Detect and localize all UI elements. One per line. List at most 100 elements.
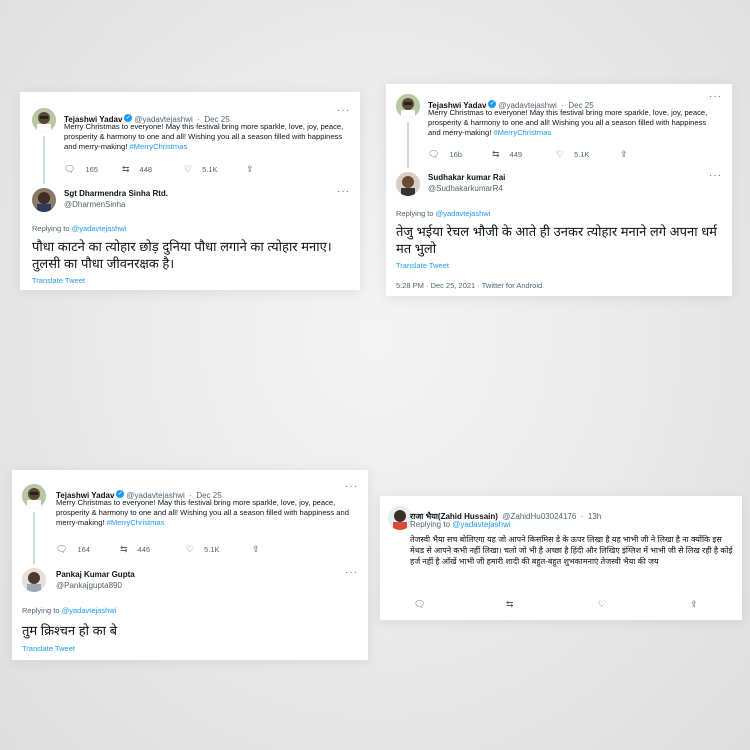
more-icon[interactable]: ··· (337, 186, 350, 197)
replying-to: Replying to @yadavtejashwi (410, 520, 511, 529)
retweet-button[interactable]: ⇆ 446 (120, 544, 186, 555)
like-button[interactable]: ♡ (598, 599, 690, 610)
reply-text: तेजस्वी भैया सच बोलिएगा यह जो आपने किसमि… (410, 535, 733, 566)
reply-count: 16b (449, 150, 462, 159)
reply-author-name[interactable]: Pankaj Kumar Gupta (56, 570, 135, 579)
thread-line (43, 136, 45, 184)
reply-author-handle[interactable]: @DharmenSinha (64, 200, 168, 209)
heart-icon: ♡ (184, 164, 193, 174)
tweet-actions: 🗨 ⇆ ♡ ⇪ (414, 599, 708, 610)
reply-header: Sgt Dharmendra Sinha Rtd. @DharmenSinha (64, 189, 168, 209)
replying-to-handle[interactable]: @yadavtejashwi (436, 209, 491, 218)
hashtag-link[interactable]: #MerryChristmas (493, 128, 551, 137)
heart-icon: ♡ (556, 149, 565, 159)
like-count: 5.1K (574, 150, 590, 159)
replying-to-label: Replying to (410, 520, 451, 529)
tweet-time[interactable]: 13h (588, 512, 601, 521)
reply-button[interactable]: 🗨 164 (56, 544, 120, 555)
share-icon: ⇪ (620, 149, 628, 159)
like-count: 5.1K (202, 165, 218, 174)
tweet-text: Merry Christmas to everyone! May this fe… (64, 122, 346, 152)
reply-count: 165 (85, 165, 98, 174)
reply-icon: 🗨 (414, 599, 426, 609)
reply-text: तेजु भईया रेचल भौजी के आते ही उनकर त्योह… (396, 224, 717, 256)
replying-to: Replying to @yadavtejashwi (396, 209, 490, 218)
reply-button[interactable]: 🗨 (414, 599, 506, 610)
like-button[interactable]: ♡ 5.1K (556, 149, 620, 160)
like-count: 5.1K (204, 545, 220, 554)
replying-to-label: Replying to (22, 606, 60, 615)
share-button[interactable]: ⇪ (690, 599, 708, 610)
translate-tweet-link[interactable]: Translate Tweet (396, 261, 449, 270)
heart-icon: ♡ (186, 544, 195, 554)
dot-separator: · (580, 512, 584, 521)
reply-header: Pankaj Kumar Gupta @Pankajgupta890 (56, 570, 135, 590)
tweet-text: Merry Christmas to everyone! May this fe… (56, 498, 352, 528)
reply-author-avatar[interactable] (32, 188, 56, 212)
retweet-icon: ⇆ (120, 544, 128, 554)
share-button[interactable]: ⇪ (246, 164, 264, 175)
retweet-count: 448 (139, 165, 153, 174)
reply-author-name[interactable]: Sudhakar kumar Rai (428, 173, 505, 182)
tejashwi-avatar[interactable] (32, 108, 56, 132)
replying-to-handle[interactable]: @yadavtejashwi (72, 224, 127, 233)
more-icon[interactable]: ··· (709, 91, 722, 102)
tejashwi-avatar[interactable] (396, 94, 420, 118)
replying-to-handle[interactable]: @yadavtejashwi (452, 520, 510, 529)
tweet-body: Merry Christmas to everyone! May this fe… (428, 108, 708, 137)
more-icon[interactable]: ··· (337, 105, 350, 116)
replying-to-label: Replying to (396, 209, 434, 218)
share-icon: ⇪ (252, 544, 260, 554)
reply-author-avatar[interactable] (22, 568, 46, 592)
translate-tweet-link[interactable]: Translate Tweet (22, 644, 75, 653)
heart-icon: ♡ (598, 599, 607, 609)
tweet-text: Merry Christmas to everyone! May this fe… (428, 108, 718, 138)
author-handle[interactable]: @ZahidHu03024176 (502, 512, 576, 521)
reply-author-handle[interactable]: @Pankajgupta890 (56, 581, 135, 590)
verified-badge-icon: ✓ (124, 113, 133, 122)
share-button[interactable]: ⇪ (620, 149, 638, 160)
reply-author-avatar[interactable] (388, 506, 412, 530)
share-icon: ⇪ (690, 599, 698, 609)
retweet-icon: ⇆ (492, 149, 500, 159)
more-icon[interactable]: ··· (345, 567, 358, 578)
replying-to-handle[interactable]: @yadavtejashwi (62, 606, 117, 615)
thread-line (33, 512, 35, 564)
retweet-button[interactable]: ⇆ 448 (122, 164, 184, 175)
share-icon: ⇪ (246, 164, 254, 174)
verified-badge-icon: ✓ (488, 99, 497, 108)
hashtag-link[interactable]: #MerryChristmas (129, 142, 187, 151)
reply-button[interactable]: 🗨 16b (428, 149, 492, 160)
reply-author-avatar[interactable] (396, 172, 420, 196)
reply-author-handle[interactable]: @SudhakarkumarR4 (428, 184, 505, 193)
reply-icon: 🗨 (56, 544, 68, 554)
more-icon[interactable]: ··· (709, 170, 722, 181)
thread-line (407, 122, 409, 168)
tejashwi-avatar[interactable] (22, 484, 46, 508)
translate-tweet-link[interactable]: Translate Tweet (32, 276, 85, 285)
hashtag-link[interactable]: #MerryChristmas (107, 518, 165, 527)
verified-badge-icon: ✓ (116, 489, 125, 498)
reply-text: पौधा काटने का त्योहार छोड़ दुनिया पौधा ल… (32, 239, 332, 271)
replying-to-label: Replying to (32, 224, 70, 233)
replying-to: Replying to @yadavtejashwi (32, 224, 126, 233)
reply-icon: 🗨 (428, 149, 440, 159)
like-button[interactable]: ♡ 5.1K (184, 164, 246, 175)
share-button[interactable]: ⇪ (252, 544, 270, 555)
retweet-button[interactable]: ⇆ (506, 599, 598, 610)
reply-author-name[interactable]: Sgt Dharmendra Sinha Rtd. (64, 189, 168, 198)
tweet-body: Merry Christmas to everyone! May this fe… (64, 122, 344, 151)
reply-icon: 🗨 (64, 164, 76, 174)
tweet-card-3: Tejashwi Yadav ✓ @yadavtejashwi · Dec 25 ·… (12, 470, 368, 660)
retweet-icon: ⇆ (122, 164, 130, 174)
reply-button[interactable]: 🗨 165 (64, 164, 122, 175)
retweet-button[interactable]: ⇆ 449 (492, 149, 556, 160)
tweet-actions: 🗨 164 ⇆ 446 ♡ 5.1K ⇪ (56, 544, 270, 555)
tweet-timestamp[interactable]: 5:28 PM · Dec 25, 2021 · Twitter for And… (396, 281, 542, 290)
like-button[interactable]: ♡ 5.1K (186, 544, 252, 555)
tweet-card-2: Tejashwi Yadav ✓ @yadavtejashwi · Dec 25 ·… (386, 84, 732, 296)
more-icon[interactable]: ··· (345, 481, 358, 492)
reply-count: 164 (77, 545, 90, 554)
retweet-count: 449 (509, 150, 523, 159)
tweet-actions: 🗨 16b ⇆ 449 ♡ 5.1K ⇪ (428, 149, 638, 160)
